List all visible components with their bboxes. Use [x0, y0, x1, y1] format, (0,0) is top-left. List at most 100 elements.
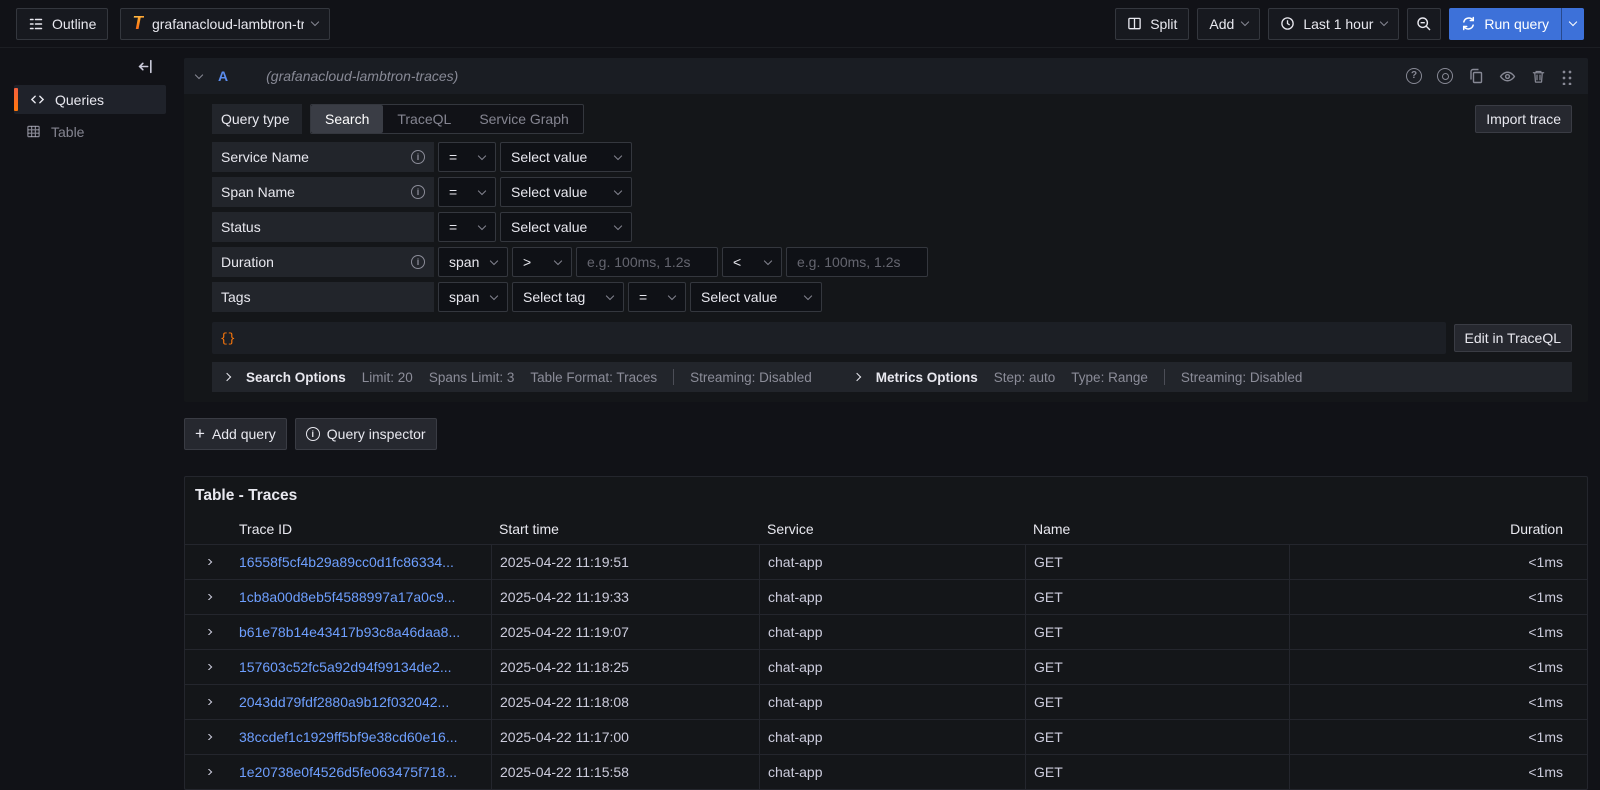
- trace-id-link[interactable]: 1cb8a00d8eb5f4588997a17a0c9...: [239, 589, 455, 605]
- outline-button[interactable]: Outline: [16, 8, 108, 40]
- trace-id-link[interactable]: 16558f5cf4b29a89cc0d1fc86334...: [239, 554, 454, 570]
- duration-cell: <1ms: [1289, 755, 1587, 789]
- trace-id-link[interactable]: 38ccdef1c1929ff5bf9e38cd60e16...: [239, 729, 457, 745]
- chevron-down-icon: [311, 18, 319, 26]
- run-query-button[interactable]: Run query: [1449, 8, 1584, 40]
- tags-value-select[interactable]: Select value: [690, 282, 822, 312]
- split-button[interactable]: Split: [1115, 8, 1189, 40]
- trace-id-link[interactable]: 157603c52fc5a92d94f99134de2...: [239, 659, 452, 675]
- search-options-spans-limit: Spans Limit: 3: [429, 370, 515, 385]
- column-header-start-time: Start time: [491, 521, 759, 537]
- duration-field-label: Duration i: [212, 247, 434, 277]
- status-field-label: Status: [212, 212, 434, 242]
- status-operator-select[interactable]: =: [438, 212, 496, 242]
- duration-cell: <1ms: [1289, 615, 1587, 649]
- time-range-label: Last 1 hour: [1303, 16, 1373, 32]
- chevron-down-icon: [1569, 18, 1577, 26]
- search-options-toggle[interactable]: Search Options: [224, 370, 346, 385]
- name-cell: GET: [1025, 755, 1289, 789]
- service-name-operator-select[interactable]: =: [438, 142, 496, 172]
- drag-handle-icon[interactable]: [1561, 68, 1572, 85]
- metrics-options-step: Step: auto: [994, 370, 1056, 385]
- outline-icon: [28, 16, 44, 32]
- chevron-down-icon: [1241, 18, 1249, 26]
- service-cell: chat-app: [759, 650, 1025, 684]
- tags-operator-select[interactable]: =: [628, 282, 686, 312]
- tags-tag-select[interactable]: Select tag: [512, 282, 624, 312]
- service-name-value-select[interactable]: Select value: [500, 142, 632, 172]
- search-options-limit: Limit: 20: [362, 370, 413, 385]
- datasource-picker[interactable]: T grafanacloud-lambtron-tr: [120, 8, 330, 40]
- duplicate-query-icon[interactable]: [1468, 68, 1484, 84]
- table-row: 2043dd79fdf2880a9b12f032042... 2025-04-2…: [185, 685, 1587, 720]
- delete-query-trash-icon[interactable]: [1531, 69, 1546, 84]
- import-trace-button[interactable]: Import trace: [1475, 105, 1572, 133]
- row-expander-icon[interactable]: [204, 559, 212, 565]
- edit-in-traceql-button[interactable]: Edit in TraceQL: [1454, 324, 1573, 352]
- query-ref-id: A: [218, 68, 228, 84]
- table-row: 157603c52fc5a92d94f99134de2... 2025-04-2…: [185, 650, 1587, 685]
- service-cell: chat-app: [759, 685, 1025, 719]
- zoom-out-button[interactable]: [1407, 8, 1441, 40]
- explore-main: A (grafanacloud-lambtron-traces) ?: [168, 48, 1600, 790]
- duration-scope-select[interactable]: span: [438, 247, 508, 277]
- trace-id-link[interactable]: b61e78b14e43417b93c8a46daa8...: [239, 624, 460, 640]
- collapse-query-icon[interactable]: [195, 70, 203, 78]
- chevron-down-icon: [490, 291, 498, 299]
- info-circle-icon: i: [306, 427, 320, 441]
- span-name-value-select[interactable]: Select value: [500, 177, 632, 207]
- name-cell: GET: [1025, 685, 1289, 719]
- add-dropdown[interactable]: Add: [1197, 8, 1260, 40]
- query-type-traceql[interactable]: TraceQL: [383, 105, 465, 133]
- chevron-down-icon: [1380, 18, 1388, 26]
- query-type-search[interactable]: Search: [311, 105, 383, 133]
- query-type-service-graph[interactable]: Service Graph: [465, 105, 582, 133]
- table-row: 1cb8a00d8eb5f4588997a17a0c9... 2025-04-2…: [185, 580, 1587, 615]
- row-expander-icon[interactable]: [204, 769, 212, 775]
- chevron-down-icon: [614, 221, 622, 229]
- record-circle-icon[interactable]: [1437, 68, 1453, 84]
- row-expander-icon[interactable]: [204, 699, 212, 705]
- time-range-picker[interactable]: Last 1 hour: [1268, 8, 1399, 40]
- trace-id-link[interactable]: 2043dd79fdf2880a9b12f032042...: [239, 694, 449, 710]
- divider: [673, 369, 674, 385]
- query-type-label: Query type: [212, 104, 302, 134]
- duration-max-input[interactable]: [786, 247, 928, 277]
- metrics-options-type: Type: Range: [1071, 370, 1148, 385]
- row-expander-icon[interactable]: [204, 629, 212, 635]
- row-expander-icon[interactable]: [204, 664, 212, 670]
- datasource-name: grafanacloud-lambtron-tr: [152, 16, 304, 32]
- service-cell: chat-app: [759, 720, 1025, 754]
- plus-icon: +: [195, 425, 205, 442]
- run-query-caret[interactable]: [1561, 8, 1584, 40]
- collapse-sidebar-icon[interactable]: [137, 58, 154, 75]
- metrics-options-streaming: Streaming: Disabled: [1181, 370, 1303, 385]
- sidebar-item-table[interactable]: Table: [14, 117, 166, 146]
- chevron-down-icon: [478, 186, 486, 194]
- status-value-select[interactable]: Select value: [500, 212, 632, 242]
- trace-id-link[interactable]: 1e20738e0f4526d5fe063475f718...: [239, 764, 457, 780]
- column-header-name: Name: [1025, 521, 1289, 537]
- hide-query-eye-icon[interactable]: [1499, 68, 1516, 85]
- row-expander-icon[interactable]: [204, 734, 212, 740]
- query-inspector-button[interactable]: i Query inspector: [295, 418, 437, 450]
- help-icon[interactable]: ?: [1406, 68, 1422, 84]
- add-query-button[interactable]: + Add query: [184, 418, 287, 450]
- table-header-row: Trace ID Start time Service Name Duratio…: [185, 515, 1587, 545]
- split-icon: [1127, 16, 1142, 31]
- chevron-down-icon: [804, 291, 812, 299]
- divider: [1164, 369, 1165, 385]
- row-expander-icon[interactable]: [204, 594, 212, 600]
- tags-scope-select[interactable]: span: [438, 282, 508, 312]
- table-row: 1e20738e0f4526d5fe063475f718... 2025-04-…: [185, 755, 1587, 789]
- span-name-operator-select[interactable]: =: [438, 177, 496, 207]
- duration-cell: <1ms: [1289, 580, 1587, 614]
- sidebar-item-queries[interactable]: Queries: [14, 85, 166, 114]
- duration-lt-operator-select[interactable]: <: [722, 247, 782, 277]
- span-name-field-label: Span Name i: [212, 177, 434, 207]
- chevron-right-icon: [223, 373, 231, 381]
- metrics-options-toggle[interactable]: Metrics Options: [854, 370, 978, 385]
- chevron-down-icon: [606, 291, 614, 299]
- duration-gt-operator-select[interactable]: >: [512, 247, 572, 277]
- duration-min-input[interactable]: [576, 247, 718, 277]
